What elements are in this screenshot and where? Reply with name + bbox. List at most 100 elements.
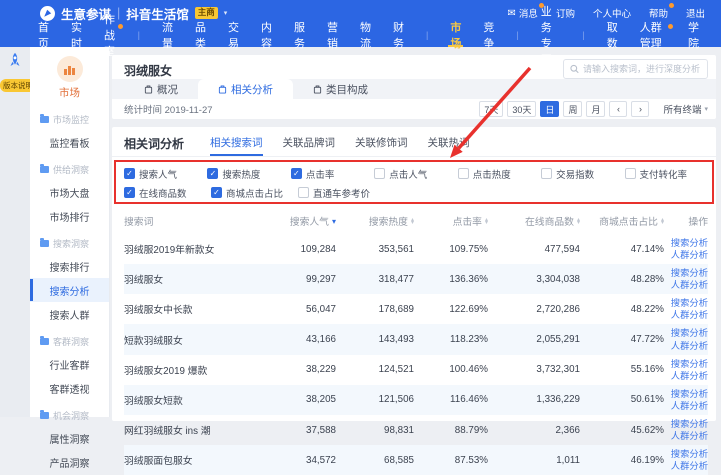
table-row: 短款羽绒服女 43,166 143,493 118.23% 2,055,291 …: [124, 324, 708, 354]
date-range-button[interactable]: 日: [540, 101, 559, 117]
date-range-button[interactable]: 7天: [479, 101, 503, 117]
nav-item[interactable]: 实时: [71, 23, 82, 47]
sidebar-item[interactable]: 搜索人群: [30, 302, 109, 326]
terminal-filter[interactable]: 所有终端▾: [663, 102, 708, 116]
sidebar-group-header[interactable]: 供给洞察: [30, 158, 109, 180]
nav-item[interactable]: 流量: [162, 23, 173, 47]
sidebar-item[interactable]: 属性洞察: [30, 426, 109, 450]
nav-item[interactable]: 服务: [294, 23, 305, 47]
crowd-analysis-link[interactable]: 人群分析: [664, 400, 708, 412]
rocket-icon: [6, 52, 24, 70]
nav-item[interactable]: 市场: [450, 23, 461, 47]
search-popularity-value: 43,166: [264, 324, 336, 354]
sidebar-group-header[interactable]: 搜索洞察: [30, 232, 109, 254]
nav-item[interactable]: 取数: [607, 23, 618, 47]
click-rate-value: 118.23%: [414, 324, 488, 354]
sidebar-item[interactable]: 市场大盘: [30, 180, 109, 204]
next-button[interactable]: ›: [631, 101, 649, 117]
subtab[interactable]: 关联热词: [428, 135, 470, 156]
click-rate-value: 122.69%: [414, 294, 488, 324]
crowd-analysis-link[interactable]: 人群分析: [664, 309, 708, 321]
crowd-analysis-link[interactable]: 人群分析: [664, 370, 708, 382]
nav-item[interactable]: 作战室: [104, 23, 116, 47]
subtab[interactable]: 关联品牌词: [283, 135, 336, 156]
prev-button[interactable]: ‹: [609, 101, 627, 117]
tab-related-analysis[interactable]: 相关分析: [198, 79, 293, 99]
crowd-analysis-link[interactable]: 人群分析: [664, 340, 708, 352]
active-underline: [448, 45, 463, 47]
sidebar-item[interactable]: 监控看板: [30, 130, 109, 154]
search-analysis-link[interactable]: 搜索分析: [664, 388, 708, 400]
sidebar-item[interactable]: 产品洞察: [30, 450, 109, 474]
subtab[interactable]: 关联修饰词: [355, 135, 408, 156]
chevron-down-icon[interactable]: ▾: [224, 9, 228, 17]
metric-checkbox[interactable]: 在线商品数: [124, 186, 211, 200]
sidebar-item[interactable]: 客群透视: [30, 376, 109, 400]
mall-click-share-value: 48.28%: [580, 264, 664, 294]
metric-checkbox[interactable]: 搜索人气: [124, 167, 207, 181]
date-range-button[interactable]: 30天: [507, 101, 536, 117]
metric-checkbox[interactable]: 点击人气: [374, 167, 457, 181]
sidebar-group-header[interactable]: 机会洞察: [30, 404, 109, 426]
metric-checkbox[interactable]: 支付转化率: [625, 167, 708, 181]
search-analysis-link[interactable]: 搜索分析: [664, 327, 708, 339]
crowd-analysis-link[interactable]: 人群分析: [664, 279, 708, 291]
checkbox-icon: [124, 168, 135, 179]
crowd-analysis-link[interactable]: 人群分析: [664, 430, 708, 442]
utility-item[interactable]: ✉消息: [508, 6, 538, 20]
column-header[interactable]: 搜索热度▴▾: [336, 208, 414, 234]
search-input[interactable]: [583, 64, 701, 74]
metric-checkbox[interactable]: 点击热度: [458, 167, 541, 181]
search-analysis-link[interactable]: 搜索分析: [664, 448, 708, 460]
date-range-button[interactable]: 周: [563, 101, 582, 117]
sort-icon: ▴▾: [411, 219, 414, 225]
search-analysis-link[interactable]: 搜索分析: [664, 297, 708, 309]
tab-category-composition[interactable]: 类目构成: [293, 79, 388, 99]
column-header[interactable]: 点击率▴▾: [414, 208, 488, 234]
sidebar-item[interactable]: 搜索排行: [30, 254, 109, 278]
metric-checkbox[interactable]: 商城点击占比: [211, 186, 298, 200]
sidebar-item[interactable]: 市场排行: [30, 204, 109, 228]
utility-item[interactable]: 帮助: [649, 6, 668, 20]
nav-item[interactable]: 学院: [688, 23, 699, 47]
online-products-value: 3,304,038: [488, 264, 580, 294]
folder-icon: [40, 116, 49, 123]
crowd-analysis-link[interactable]: 人群分析: [664, 249, 708, 261]
sidebar-item[interactable]: 搜索分析: [30, 278, 109, 302]
metric-checkbox[interactable]: 交易指数: [541, 167, 624, 181]
nav-item[interactable]: 品类: [195, 23, 206, 47]
utility-item[interactable]: 个人中心: [593, 6, 631, 20]
subtab[interactable]: 相关搜索词: [210, 135, 263, 156]
nav-item[interactable]: 人群管理: [640, 23, 666, 47]
utility-item[interactable]: 退出: [686, 6, 705, 20]
version-widget[interactable]: 版本说明: [0, 52, 30, 93]
nav-divider: |: [426, 30, 428, 40]
column-header[interactable]: 商城点击占比▴▾: [580, 208, 664, 234]
metric-checkbox[interactable]: 直通车参考价: [298, 186, 385, 200]
search-analysis-link[interactable]: 搜索分析: [664, 358, 708, 370]
sidebar-group-header[interactable]: 市场监控: [30, 108, 109, 130]
nav-item[interactable]: 财务: [393, 23, 404, 47]
column-header[interactable]: 搜索人气▴▾: [264, 208, 336, 234]
searchbox[interactable]: [563, 59, 708, 79]
date-range-button[interactable]: 月: [586, 101, 605, 117]
search-analysis-link[interactable]: 搜索分析: [664, 418, 708, 430]
nav-item[interactable]: 首页: [38, 23, 49, 47]
sidebar-item[interactable]: 行业客群: [30, 352, 109, 376]
nav-item[interactable]: 业务专区: [541, 23, 561, 47]
search-analysis-link[interactable]: 搜索分析: [664, 237, 708, 249]
nav-item[interactable]: 交易: [228, 23, 239, 47]
search-analysis-link[interactable]: 搜索分析: [664, 267, 708, 279]
nav-item[interactable]: 竞争: [483, 23, 494, 47]
nav-item[interactable]: 营销: [327, 23, 338, 47]
nav-item[interactable]: 内容: [261, 23, 272, 47]
tab-overview[interactable]: 概况: [124, 79, 198, 99]
topbar: 生意参谋 | 抖音生活馆 主商 ▾ ✉消息订购个人中心帮助退出 首页实时作战室|…: [0, 0, 721, 47]
sidebar-group-header[interactable]: 客群洞察: [30, 330, 109, 352]
metric-checkbox[interactable]: 点击率: [291, 167, 374, 181]
metric-checkbox[interactable]: 搜索热度: [207, 167, 290, 181]
column-header[interactable]: 在线商品数▴▾: [488, 208, 580, 234]
nav-item[interactable]: 物流: [360, 23, 371, 47]
crowd-analysis-link[interactable]: 人群分析: [664, 460, 708, 472]
search-popularity-value: 37,588: [264, 415, 336, 445]
